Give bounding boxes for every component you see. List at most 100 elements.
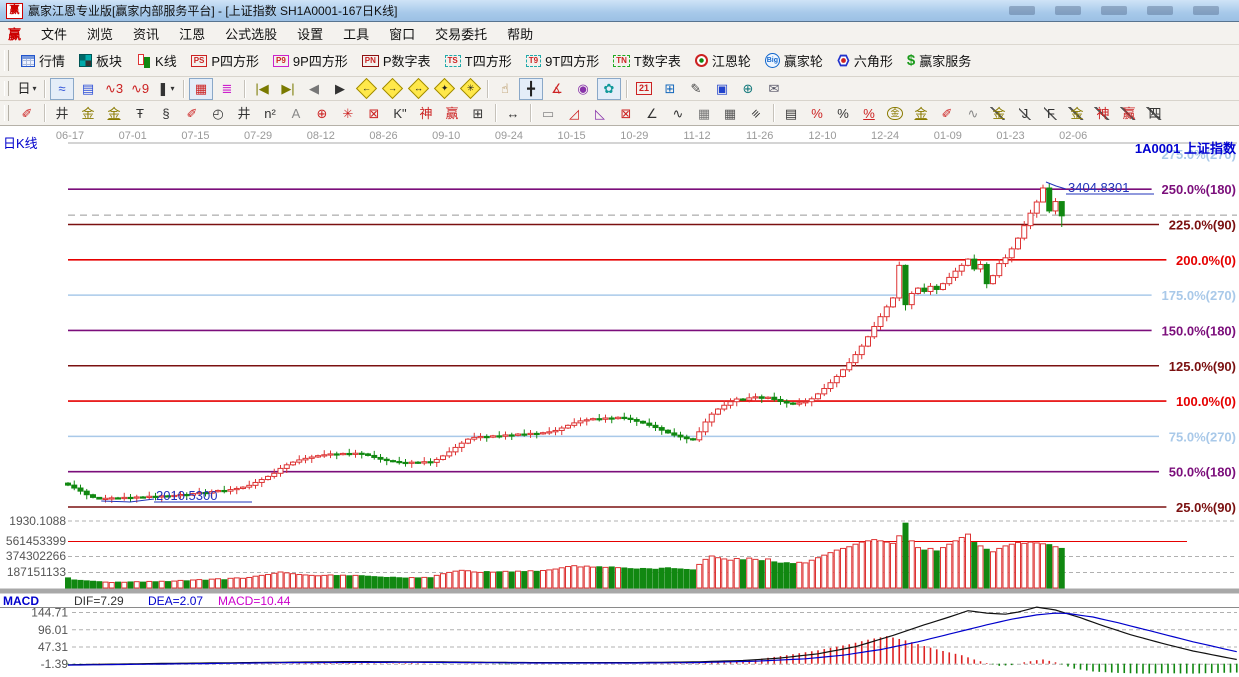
shen-diagonal-button[interactable]: 神 bbox=[1091, 102, 1115, 124]
calculator-button[interactable]: ⊞ bbox=[658, 78, 682, 100]
fan-lines-button[interactable]: ◿ bbox=[562, 102, 586, 124]
wave-9-button[interactable]: ∿9 bbox=[128, 78, 152, 100]
crosshair-button[interactable]: ╋ bbox=[519, 78, 543, 100]
p-square-button[interactable]: PSP四方形 bbox=[184, 48, 266, 73]
four-diagonal-button[interactable]: 四 bbox=[1143, 102, 1167, 124]
memo-button[interactable]: ✎ bbox=[684, 78, 708, 100]
winner-service-button[interactable]: $赢家服务 bbox=[900, 48, 978, 73]
percent-icon: % bbox=[837, 107, 849, 120]
menu-item-file[interactable]: 文件 bbox=[31, 22, 77, 45]
measure-pen-button[interactable]: ✐ bbox=[180, 102, 204, 124]
t-square-button[interactable]: TST四方形 bbox=[438, 48, 519, 73]
k-mark-button[interactable]: K" bbox=[388, 102, 412, 124]
period-day-button[interactable]: 日▾ bbox=[15, 78, 39, 100]
quotes-button[interactable]: 行情 bbox=[14, 48, 72, 73]
menu-item-settings[interactable]: 设置 bbox=[287, 22, 333, 45]
kline-button[interactable]: K线 bbox=[129, 48, 184, 73]
web-export-button[interactable]: ⊕ bbox=[736, 78, 760, 100]
t-number-table-button[interactable]: TNT数字表 bbox=[606, 48, 688, 73]
time-circle-button[interactable]: ◴ bbox=[206, 102, 230, 124]
wave-overlay-button[interactable]: ∿ bbox=[961, 102, 985, 124]
ray-burst-button[interactable]: ✳ bbox=[336, 102, 360, 124]
f-diagonal-button[interactable]: F bbox=[1039, 102, 1063, 124]
fan-box-button[interactable]: ◺ bbox=[588, 102, 612, 124]
zoom-out-diamond-button[interactable]: ← bbox=[354, 78, 378, 100]
smart-review-icon: ✿ bbox=[604, 82, 615, 95]
winner-wheel-button[interactable]: Big赢家轮 bbox=[758, 48, 830, 73]
red-pen-button[interactable]: ✐ bbox=[15, 102, 39, 124]
sectors-button[interactable]: 板块 bbox=[72, 48, 129, 73]
menu-item-formula-picker[interactable]: 公式选股 bbox=[215, 22, 287, 45]
x-lines-button[interactable]: ⊠ bbox=[614, 102, 638, 124]
zoom-x-diamond-button[interactable]: ✦ bbox=[432, 78, 456, 100]
speed-pen-button[interactable]: ✐ bbox=[935, 102, 959, 124]
ray-grid-button[interactable]: ⊠ bbox=[362, 102, 386, 124]
number-grid-button[interactable]: ⊞ bbox=[466, 102, 490, 124]
zoom-fit-diamond-button[interactable]: ↔ bbox=[406, 78, 430, 100]
shen-tool-button[interactable]: 神 bbox=[414, 102, 438, 124]
ying-tool-button[interactable]: 赢 bbox=[440, 102, 464, 124]
smart-review-button[interactable]: ✿ bbox=[597, 78, 621, 100]
pc-send-button[interactable]: ✉ bbox=[762, 78, 786, 100]
j-diagonal-button[interactable]: J bbox=[1013, 102, 1037, 124]
gold-diagonal-button[interactable]: 金 bbox=[987, 102, 1011, 124]
gold-grid-alt-button[interactable]: 金 bbox=[102, 102, 126, 124]
parallel-lines-button[interactable]: ≡ bbox=[744, 102, 768, 124]
gann-box-button[interactable]: ▦ bbox=[189, 78, 213, 100]
next-bar-button[interactable]: ▶ bbox=[328, 78, 352, 100]
gold-grid-button[interactable]: 金 bbox=[76, 102, 100, 124]
trend-lines-button[interactable]: ≈ bbox=[50, 78, 74, 100]
calendar-button[interactable]: 21 bbox=[632, 78, 656, 100]
gold2-diagonal-button[interactable]: 金 bbox=[1065, 102, 1089, 124]
n-square-button[interactable]: n² bbox=[258, 102, 282, 124]
save-image-button[interactable]: ▣ bbox=[710, 78, 734, 100]
percent-slash-button[interactable]: % bbox=[805, 102, 829, 124]
a-channel-button[interactable]: A bbox=[284, 102, 308, 124]
t9-square-button[interactable]: T99T四方形 bbox=[519, 48, 607, 73]
first-bar-button[interactable]: |◀ bbox=[250, 78, 274, 100]
angle-measure-button[interactable]: ∡ bbox=[545, 78, 569, 100]
svg-text:DEA=2.07: DEA=2.07 bbox=[148, 594, 203, 608]
gold-level-button[interactable]: 金 bbox=[909, 102, 933, 124]
menu-item-gann[interactable]: 江恩 bbox=[169, 22, 215, 45]
rect-tool-button[interactable]: ▭ bbox=[536, 102, 560, 124]
menu-item-browse[interactable]: 浏览 bbox=[77, 22, 123, 45]
gold-circle-button[interactable]: 金 bbox=[883, 102, 907, 124]
zoom-reset-diamond-button[interactable]: ✳ bbox=[458, 78, 482, 100]
square-nine-button[interactable]: ▦ bbox=[692, 102, 716, 124]
candle-style-button[interactable]: ❚▾ bbox=[154, 78, 178, 100]
last-bar-button[interactable]: ▶| bbox=[276, 78, 300, 100]
percent-level-button[interactable]: % bbox=[857, 102, 881, 124]
kline-chart-svg[interactable]: 06-1707-0107-1507-2908-1208-2609-1009-24… bbox=[0, 126, 1239, 677]
menu-item-news[interactable]: 资讯 bbox=[123, 22, 169, 45]
gann-wheel-button[interactable]: 江恩轮 bbox=[688, 48, 758, 73]
pan-hand-button[interactable]: ☝ bbox=[493, 78, 517, 100]
ying-diagonal-button[interactable]: 赢 bbox=[1117, 102, 1141, 124]
zigzag-tool-button[interactable]: ∿ bbox=[666, 102, 690, 124]
wave-3-button[interactable]: ∿3 bbox=[102, 78, 126, 100]
menu-item-trade-order[interactable]: 交易委托 bbox=[425, 22, 497, 45]
f-fence-button[interactable]: Ŧ bbox=[128, 102, 152, 124]
spiral-button[interactable]: § bbox=[154, 102, 178, 124]
chart-area[interactable]: 06-1707-0107-1507-2908-1208-2609-1009-24… bbox=[0, 126, 1239, 677]
square-nine-arrow-button[interactable]: ▦ bbox=[718, 102, 742, 124]
report-list-button[interactable]: ▤ bbox=[76, 78, 100, 100]
angle-line-button[interactable]: ∠ bbox=[640, 102, 664, 124]
price-fence-button[interactable]: 井 bbox=[50, 102, 74, 124]
hexagon-button[interactable]: 六角形 bbox=[830, 48, 900, 73]
h-span-button[interactable]: ↔ bbox=[501, 102, 525, 124]
zoom-in-diamond-button[interactable]: → bbox=[380, 78, 404, 100]
parallel-lines-icon: ≡ bbox=[749, 106, 764, 121]
gann-marks-button[interactable]: ◉ bbox=[571, 78, 595, 100]
p9-square-button[interactable]: P99P四方形 bbox=[266, 48, 355, 73]
retrace-table-button[interactable]: ▤ bbox=[779, 102, 803, 124]
prev-bar-button[interactable]: ◀ bbox=[302, 78, 326, 100]
gann-target-button[interactable]: ⊕ bbox=[310, 102, 334, 124]
time-fence-button[interactable]: 井 bbox=[232, 102, 256, 124]
menu-item-window[interactable]: 窗口 bbox=[379, 22, 425, 45]
chip-distribution-button[interactable]: ≣ bbox=[215, 78, 239, 100]
menu-item-tools[interactable]: 工具 bbox=[333, 22, 379, 45]
p-number-table-button[interactable]: PNP数字表 bbox=[355, 48, 438, 73]
percent-button[interactable]: % bbox=[831, 102, 855, 124]
menu-item-help[interactable]: 帮助 bbox=[497, 22, 543, 45]
